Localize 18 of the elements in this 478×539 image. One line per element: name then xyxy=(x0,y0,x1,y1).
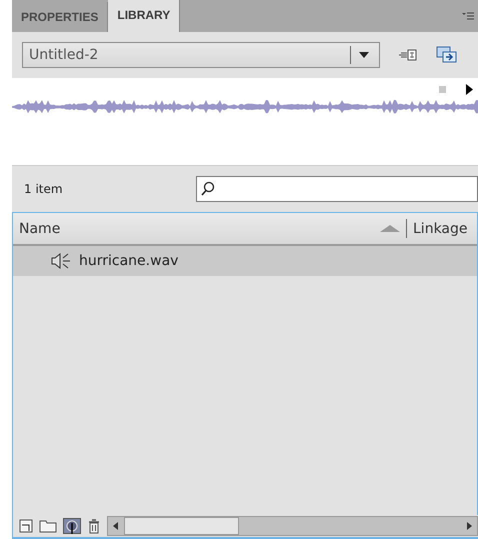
trash-icon[interactable] xyxy=(87,518,101,534)
play-icon[interactable] xyxy=(466,84,473,95)
horizontal-scrollbar[interactable] xyxy=(107,516,478,536)
search-icon xyxy=(201,181,215,197)
search-field[interactable] xyxy=(196,176,478,202)
speaker-icon xyxy=(51,253,71,269)
new-library-icon[interactable] xyxy=(436,46,458,64)
menu-icon[interactable] xyxy=(462,12,474,20)
new-symbol-icon[interactable] xyxy=(19,519,33,533)
tab[interactable]: LIBRARY xyxy=(108,0,180,32)
caret-icon xyxy=(359,52,369,58)
document-name: Untitled-2 xyxy=(29,47,100,63)
item-count: 1 item xyxy=(23,182,64,196)
library-item[interactable]: hurricane.wav xyxy=(13,246,477,276)
document-dropdown[interactable]: Untitled-2 xyxy=(22,42,380,68)
column-header[interactable]: Linkage xyxy=(413,220,468,236)
folder-icon[interactable] xyxy=(39,519,57,533)
column-header[interactable]: Name xyxy=(19,220,60,236)
